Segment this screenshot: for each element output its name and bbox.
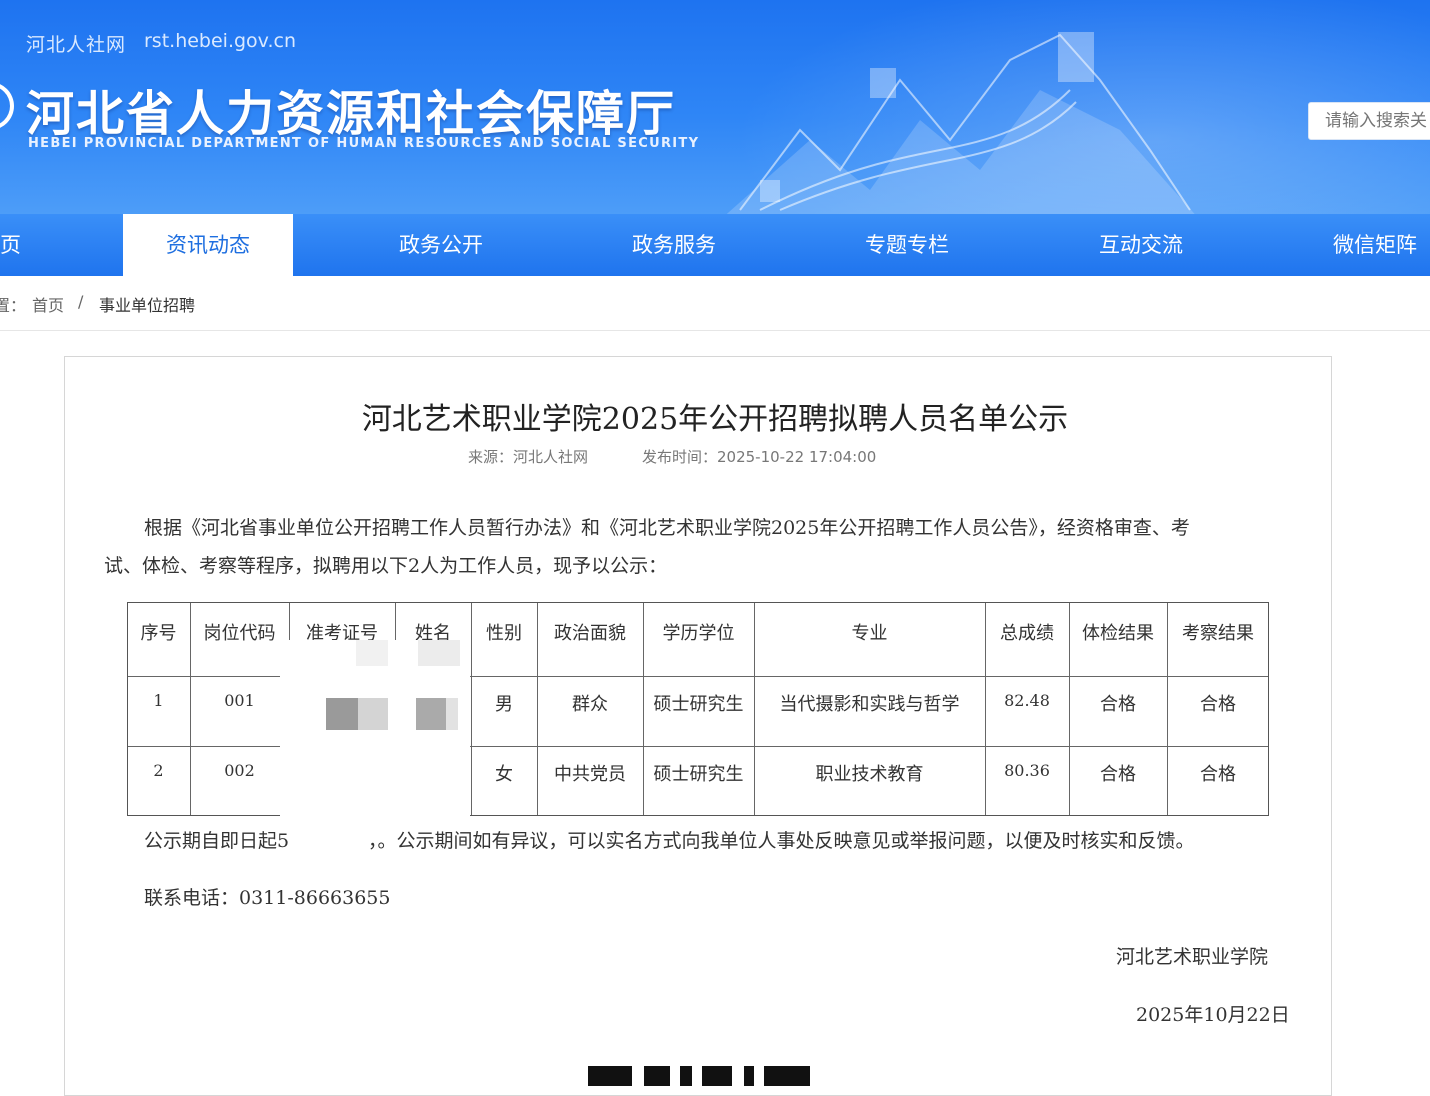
search-input[interactable] (1323, 103, 1430, 139)
row2-seq: 2 (153, 761, 164, 780)
col-header-score: 总成绩 (1000, 623, 1054, 644)
breadcrumb-home[interactable]: 首页 (32, 292, 64, 316)
notice-start: 公示期自即日起5 (144, 830, 290, 852)
nav-item-news[interactable]: 资讯动态 (123, 214, 293, 276)
row1-degree: 硕士研究生 (653, 694, 744, 715)
nav-item-gov-open[interactable]: 政务公开 (356, 214, 526, 276)
notice-end: ，。公示期间如有异议，可以实名方式向我单位人事处反映意见或举报问题，以便及时核实… (368, 830, 1195, 852)
breadcrumb-divider (0, 330, 1430, 331)
main-nav: 页 资讯动态 政务公开 政务服务 专题专栏 互动交流 微信矩阵 (0, 214, 1430, 276)
col-header-code: 岗位代码 (203, 623, 276, 644)
row2-degree: 硕士研究生 (653, 764, 744, 785)
row1-review: 合格 (1200, 694, 1236, 715)
signature-org: 河北艺术职业学院 (1116, 946, 1269, 968)
article-title: 河北艺术职业学院2025年公开招聘拟聘人员名单公示 (361, 402, 1069, 437)
row1-major: 当代摄影和实践与哲学 (779, 694, 960, 715)
col-header-degree: 学历学位 (662, 623, 735, 644)
row1-gender: 男 (495, 694, 513, 715)
redaction-mask (280, 640, 470, 816)
breadcrumb-separator: / (78, 292, 84, 311)
department-title: 河北省人力资源和社会保障厅 (26, 86, 677, 142)
row2-review: 合格 (1200, 764, 1236, 785)
site-name[interactable]: 河北人社网 (26, 30, 126, 57)
nav-item-interaction[interactable]: 互动交流 (1056, 214, 1226, 276)
row1-score: 82.48 (1004, 691, 1050, 710)
row2-political: 中共党员 (554, 764, 626, 785)
search-box[interactable] (1308, 102, 1430, 140)
intro-line-1: 根据《河北省事业单位公开招聘工作人员暂行办法》和《河北艺术职业学院2025年公开… (144, 517, 1190, 539)
row2-physical: 合格 (1100, 764, 1136, 785)
col-header-major: 专业 (851, 623, 888, 644)
row2-major: 职业技术教育 (815, 764, 924, 785)
site-url[interactable]: rst.hebei.gov.cn (144, 30, 296, 52)
col-header-seq: 序号 (140, 623, 177, 644)
great-wall-illustration (726, 32, 1195, 214)
breadcrumb-current[interactable]: 事业单位招聘 (99, 292, 195, 316)
logo-arc (0, 82, 14, 130)
nav-item-home[interactable]: 页 (0, 214, 40, 276)
row2-gender: 女 (495, 764, 513, 785)
breadcrumb-prefix: 置： (0, 296, 27, 315)
row2-code: 002 (224, 761, 255, 780)
article-source: 来源：河北人社网 (468, 448, 589, 466)
row1-seq: 1 (153, 691, 164, 710)
row1-physical: 合格 (1100, 694, 1136, 715)
header-banner: 河北人社网 rst.hebei.gov.cn 河北省人力资源和社会保障厅 HEB… (0, 0, 1430, 214)
department-title-en: HEBEI PROVINCIAL DEPARTMENT OF HUMAN RES… (28, 136, 700, 151)
col-header-review: 考察结果 (1182, 623, 1254, 644)
col-header-political: 政治面貌 (554, 623, 626, 644)
nav-item-topics[interactable]: 专题专栏 (822, 214, 992, 276)
redaction-mask-notice (296, 822, 368, 852)
row1-code: 001 (224, 691, 255, 710)
signature-date: 2025年10月22日 (1136, 1004, 1290, 1026)
row2-score: 80.36 (1004, 761, 1050, 780)
article-publish-time: 发布时间：2025-10-22 17:04:00 (642, 448, 877, 466)
intro-line-2: 试、体检、考察等程序，拟聘用以下2人为工作人员，现予以公示： (104, 555, 668, 577)
row1-political: 群众 (572, 694, 608, 715)
col-header-physical: 体检结果 (1082, 623, 1154, 644)
nav-item-gov-service[interactable]: 政务服务 (589, 214, 759, 276)
col-header-gender: 性别 (486, 623, 522, 644)
nav-item-wechat[interactable]: 微信矩阵 (1290, 214, 1430, 276)
contact-phone: 联系电话：0311-86663655 (144, 887, 391, 909)
